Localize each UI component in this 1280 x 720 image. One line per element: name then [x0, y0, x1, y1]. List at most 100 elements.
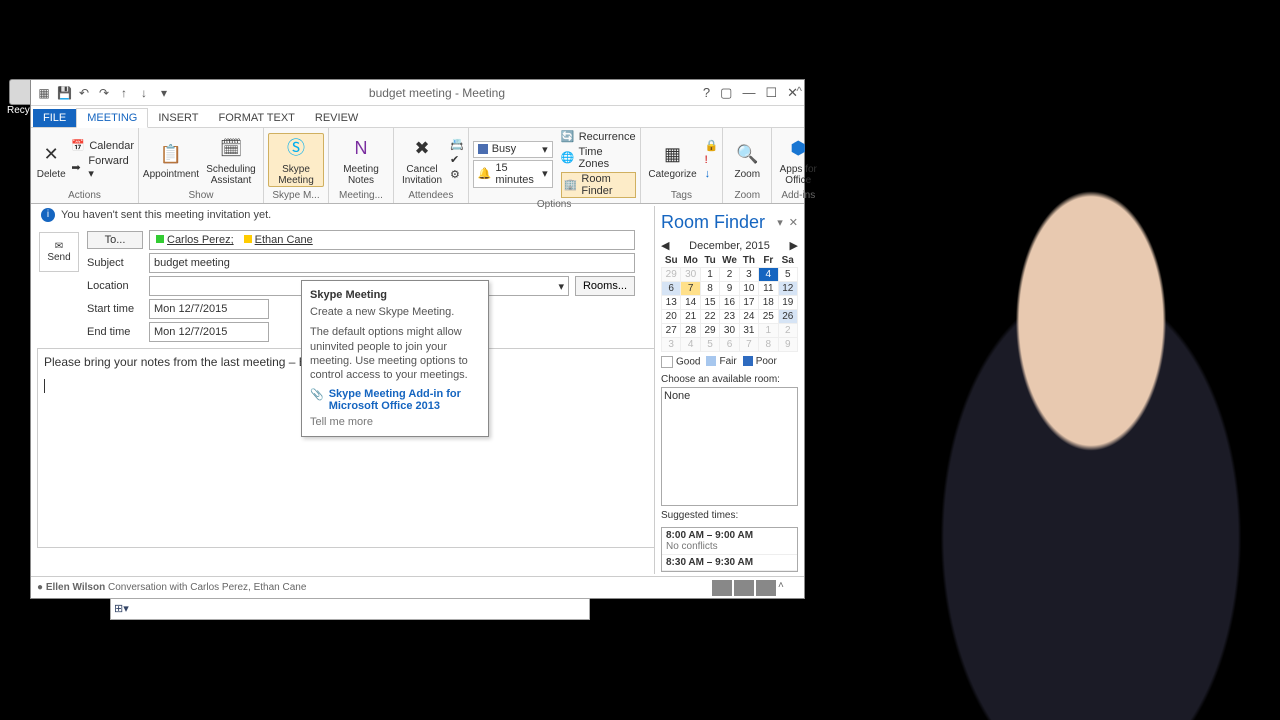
avatar-3[interactable]: [756, 580, 776, 596]
room-finder-dropdown-icon[interactable]: ▾: [777, 216, 783, 229]
cal-day[interactable]: 1: [759, 324, 778, 338]
cal-day[interactable]: 10: [739, 282, 758, 296]
end-date-field[interactable]: Mon 12/7/2015: [149, 322, 269, 342]
tab-insert[interactable]: INSERT: [148, 109, 208, 127]
cal-day[interactable]: 7: [739, 338, 758, 352]
suggested-time-item[interactable]: 8:00 AM – 9:00 AMNo conflicts: [662, 528, 797, 555]
reminder-dropdown[interactable]: 🔔15 minutes▾: [473, 160, 553, 188]
rooms-button[interactable]: Rooms...: [575, 276, 635, 296]
cal-day[interactable]: 2: [720, 268, 739, 282]
qat-more-icon[interactable]: ▾: [157, 86, 171, 100]
cal-day[interactable]: 31: [739, 324, 758, 338]
to-field[interactable]: Carlos Perez; Ethan Cane: [149, 230, 635, 250]
delete-button[interactable]: ✕ Delete: [35, 139, 67, 180]
ribbon-display-options-icon[interactable]: ▢: [720, 85, 732, 101]
cal-day[interactable]: 24: [739, 310, 758, 324]
cal-day[interactable]: 30: [681, 268, 700, 282]
suggested-times-list[interactable]: 8:00 AM – 9:00 AMNo conflicts8:30 AM – 9…: [661, 527, 798, 572]
maximize-icon[interactable]: ☐: [765, 85, 777, 101]
tab-file[interactable]: FILE: [33, 109, 76, 127]
cal-day[interactable]: 2: [778, 324, 797, 338]
to-button[interactable]: To...: [87, 231, 143, 249]
cal-day[interactable]: 6: [720, 338, 739, 352]
cal-day[interactable]: 21: [681, 310, 700, 324]
response-options-icon[interactable]: ⚙: [450, 168, 464, 181]
taskbar-search-box[interactable]: ⊞▾: [110, 598, 590, 620]
room-list[interactable]: None: [661, 387, 798, 506]
cal-day[interactable]: 15: [700, 296, 719, 310]
redo-icon[interactable]: ↷: [97, 86, 111, 100]
recipient-carlos[interactable]: Carlos Perez;: [154, 234, 236, 246]
cal-day[interactable]: 3: [739, 268, 758, 282]
subject-field[interactable]: budget meeting: [149, 253, 635, 273]
room-finder-toggle[interactable]: 🏢Room Finder: [561, 172, 636, 198]
cal-day[interactable]: 25: [759, 310, 778, 324]
cal-day[interactable]: 26: [778, 310, 797, 324]
recurrence-button[interactable]: 🔄Recurrence: [561, 130, 636, 144]
cal-day[interactable]: 12: [778, 282, 797, 296]
cal-day[interactable]: 11: [759, 282, 778, 296]
cal-day[interactable]: 27: [662, 324, 681, 338]
start-date-field[interactable]: Mon 12/7/2015: [149, 299, 269, 319]
cal-day[interactable]: 18: [759, 296, 778, 310]
cal-day[interactable]: 6: [662, 282, 681, 296]
recipient-ethan[interactable]: Ethan Cane: [242, 234, 315, 246]
cal-day[interactable]: 8: [700, 282, 719, 296]
cal-day[interactable]: 4: [681, 338, 700, 352]
appointment-button[interactable]: 📋Appointment: [143, 139, 199, 180]
cal-day[interactable]: 17: [739, 296, 758, 310]
cal-day[interactable]: 14: [681, 296, 700, 310]
address-book-icon[interactable]: 📇: [450, 138, 464, 151]
check-names-icon[interactable]: ✔: [450, 153, 464, 166]
cal-day[interactable]: 8: [759, 338, 778, 352]
send-button[interactable]: ✉ Send: [39, 232, 79, 272]
calendar-button[interactable]: 📅Calendar: [71, 139, 134, 153]
up-icon[interactable]: ↑: [117, 86, 131, 100]
next-month-icon[interactable]: ▶: [790, 239, 798, 252]
cal-day[interactable]: 29: [662, 268, 681, 282]
forward-button[interactable]: ➡Forward ▾: [71, 155, 134, 180]
show-as-dropdown[interactable]: Busy▾: [473, 141, 553, 158]
meeting-notes-button[interactable]: NMeeting Notes: [333, 134, 389, 186]
cal-day[interactable]: 7: [681, 282, 700, 296]
cal-day[interactable]: 1: [700, 268, 719, 282]
avatar-2[interactable]: [734, 580, 754, 596]
cal-day[interactable]: 30: [720, 324, 739, 338]
cal-day[interactable]: 22: [700, 310, 719, 324]
cal-day[interactable]: 20: [662, 310, 681, 324]
tab-meeting[interactable]: MEETING: [76, 108, 148, 128]
zoom-button[interactable]: 🔍Zoom: [727, 139, 767, 180]
cal-day[interactable]: 23: [720, 310, 739, 324]
tab-format-text[interactable]: FORMAT TEXT: [209, 109, 305, 127]
apps-for-office-button[interactable]: ⬢Apps for Office: [776, 134, 820, 186]
cal-day[interactable]: 13: [662, 296, 681, 310]
room-finder-close-icon[interactable]: ✕: [789, 216, 798, 229]
cancel-invitation-button[interactable]: ✖Cancel Invitation: [398, 134, 446, 186]
private-icon[interactable]: 🔒: [705, 139, 719, 152]
minimize-icon[interactable]: —: [742, 85, 755, 101]
categorize-button[interactable]: ▦Categorize: [645, 139, 701, 180]
tooltip-tell-me-more[interactable]: Tell me more: [310, 416, 480, 428]
location-dropdown-icon[interactable]: ▾: [558, 280, 564, 293]
calendar-icon[interactable]: ▦: [37, 86, 51, 100]
cal-day[interactable]: 19: [778, 296, 797, 310]
cal-day[interactable]: 28: [681, 324, 700, 338]
prev-month-icon[interactable]: ◀: [661, 239, 669, 252]
low-importance-icon[interactable]: ↓: [705, 168, 719, 180]
cal-day[interactable]: 5: [778, 268, 797, 282]
skype-meeting-button[interactable]: ⓈSkype Meeting: [268, 133, 324, 187]
tab-review[interactable]: REVIEW: [305, 109, 368, 127]
collapse-ribbon-icon[interactable]: ^: [796, 84, 802, 98]
help-icon[interactable]: ?: [703, 85, 710, 101]
cal-day[interactable]: 4: [759, 268, 778, 282]
cal-day[interactable]: 3: [662, 338, 681, 352]
time-zones-button[interactable]: 🌐Time Zones: [561, 146, 636, 170]
high-importance-icon[interactable]: !: [705, 154, 719, 166]
scheduling-assistant-button[interactable]: 🗓Scheduling Assistant: [203, 134, 259, 186]
save-icon[interactable]: 💾: [57, 86, 71, 100]
people-expand-icon[interactable]: ˄: [778, 580, 798, 596]
down-icon[interactable]: ↓: [137, 86, 151, 100]
cal-day[interactable]: 9: [778, 338, 797, 352]
cal-day[interactable]: 5: [700, 338, 719, 352]
cal-day[interactable]: 16: [720, 296, 739, 310]
